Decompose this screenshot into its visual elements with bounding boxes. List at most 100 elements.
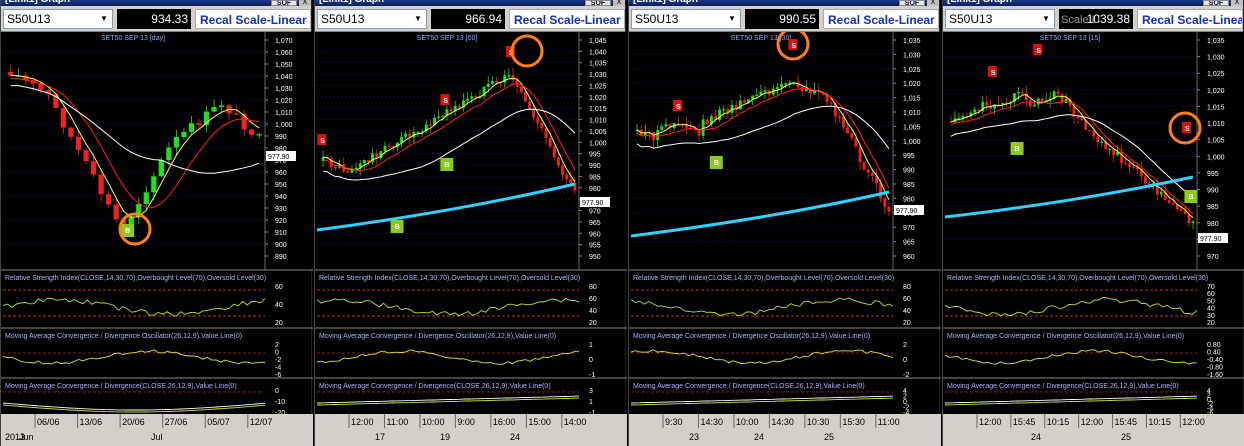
candle-body [569, 179, 573, 184]
recal-scale-button[interactable]: Recal Scale-Linear [509, 9, 625, 29]
rsi-tick-label: 20 [275, 320, 283, 327]
chevron-down-icon[interactable]: ▼ [411, 11, 425, 27]
chevron-down-icon[interactable]: ▼ [1039, 11, 1053, 27]
x-tick-label: 20/06 [122, 417, 145, 427]
candle-body [367, 160, 370, 162]
candle-body [1144, 176, 1147, 184]
chart-toolbar: S50U13 ▼ 966.94 Recal Scale-Linear [315, 6, 625, 32]
recal-scale-button[interactable]: Recal Scale-Linear [195, 9, 311, 29]
x-tick-label: 10:30 [807, 417, 830, 427]
rsi-line [2, 297, 266, 317]
signal-label: B [714, 160, 719, 167]
candle-body [742, 100, 746, 103]
last-price-tag-text: 977.90 [582, 200, 604, 207]
signal-label: B [1015, 146, 1020, 153]
price-pane [315, 32, 627, 270]
candle-body [346, 171, 350, 173]
rsi-tick-label: 40 [1207, 306, 1215, 313]
chevron-down-icon[interactable]: ▼ [97, 11, 111, 27]
symbol-select[interactable]: S50U13 ▼ [631, 9, 741, 29]
rsi-title: Relative Strength Index(CLOSE,14,30,70),… [5, 275, 266, 282]
x-tick-label: 9:30 [665, 417, 683, 427]
last-price-tag-text: 977.90 [1200, 236, 1222, 243]
y-tick-label: 1,030 [1207, 55, 1225, 62]
rsi-tick-label: 60 [275, 284, 283, 291]
chevron-down-icon[interactable]: ▼ [725, 11, 739, 27]
symbol-select[interactable]: S50U13 ▼ [945, 9, 1055, 29]
candle-body [474, 96, 478, 98]
candle-body [780, 83, 784, 88]
y-tick-label: 1,005 [589, 129, 607, 136]
y-tick-label: 1,070 [275, 38, 293, 45]
y-tick-label: 1,000 [903, 139, 921, 146]
x-tick-label: 12:00 [1081, 417, 1104, 427]
chart-canvas[interactable]: 1,035 1,030 1,025 1,020 1,015 1,010 1,005 1,000… [943, 32, 1244, 446]
signal-label: B [125, 228, 130, 235]
candle-body [858, 146, 862, 163]
candle-body [1096, 136, 1100, 143]
candle-body [490, 80, 494, 84]
candle-body [1179, 209, 1183, 212]
last-price-display: 990.55 [745, 9, 819, 29]
y-tick-label: 920 [275, 218, 287, 225]
signal-label: S [991, 70, 996, 77]
x-tick-label: 06/06 [37, 417, 60, 427]
rsi-tick-label: 70 [1207, 284, 1215, 291]
candle-body [218, 105, 225, 107]
y-tick-label: 1,020 [903, 81, 921, 88]
candle-body [784, 83, 788, 85]
macd-oscillator-tick: 0 [903, 357, 907, 364]
rsi-tick-label: 40 [903, 308, 911, 315]
y-tick-label: 1,025 [1207, 71, 1225, 78]
x-tick-label: 15:00 [528, 417, 551, 427]
y-tick-label: 1,020 [1207, 88, 1225, 95]
chart-canvas[interactable]: 1,045 1,040 1,035 1,030 1,025 1,020 1,015 1,010… [315, 32, 627, 446]
symbol-select[interactable]: S50U13 ▼ [317, 9, 427, 29]
chart-canvas[interactable]: 1,070 1,060 1,050 1,040 1,030 1,020 1,010 1,000… [1, 32, 313, 446]
candle-body [1171, 202, 1175, 205]
y-tick-label: 1,005 [903, 124, 921, 131]
signal-label: S [676, 104, 681, 111]
macd-oscillator-tick: 0.80 [1207, 342, 1221, 349]
chart-title: SET50 SEP 13 [day] [101, 35, 165, 42]
scale-label-overlay: Scale Li [1061, 14, 1101, 26]
recal-scale-button[interactable]: Recal Scale-Linear [1137, 9, 1243, 29]
symbol-select[interactable]: S50U13 ▼ [3, 9, 113, 29]
candle-body [211, 106, 217, 112]
y-tick-label: 970 [903, 225, 915, 232]
y-tick-label: 970 [589, 209, 601, 216]
candle-body [75, 136, 82, 150]
x-tick-label: 12:00 [979, 417, 1002, 427]
candle-body [428, 124, 432, 126]
y-tick-label: 990 [275, 134, 287, 141]
candle-body [166, 147, 172, 160]
rsi-line [630, 297, 894, 316]
y-tick-label: 950 [275, 182, 287, 189]
x-period-label: 24 [510, 432, 520, 442]
chart-toolbar: S50U13 ▼ 934.33 Recal Scale-Linear [1, 6, 311, 32]
candle-body [1088, 129, 1092, 132]
recal-scale-button[interactable]: Recal Scale-Linear [823, 9, 939, 29]
y-tick-label: 950 [589, 254, 601, 261]
rsi-title: Relative Strength Index(CLOSE,14,30,70),… [319, 275, 580, 282]
x-tick-label: 16:00 [493, 417, 516, 427]
candle-body [354, 167, 358, 169]
candle-body [158, 159, 164, 177]
y-tick-label: 910 [275, 230, 287, 237]
signal-label: S [1036, 48, 1041, 55]
macd-oscillator-tick: -4 [275, 365, 281, 372]
x-tick-label: 14:30 [700, 417, 723, 427]
symbol-value: S50U13 [7, 12, 51, 26]
y-tick-label: 960 [275, 170, 287, 177]
candle-body [60, 108, 67, 128]
chart-canvas[interactable]: 1,035 1,030 1,025 1,020 1,015 1,010 1,005 1,000… [629, 32, 941, 446]
candle-body [1167, 200, 1171, 203]
x-tick-label: 15:45 [1115, 417, 1138, 427]
candle-body [83, 149, 89, 162]
macd-title: Moving Average Convergence / Divergence(… [5, 383, 237, 390]
candle-body [701, 119, 705, 136]
macd-title: Moving Average Convergence / Divergence(… [319, 383, 551, 390]
candle-body [98, 174, 104, 195]
y-tick-label: 1,020 [589, 95, 607, 102]
x-tick-label: 14:00 [564, 417, 587, 427]
